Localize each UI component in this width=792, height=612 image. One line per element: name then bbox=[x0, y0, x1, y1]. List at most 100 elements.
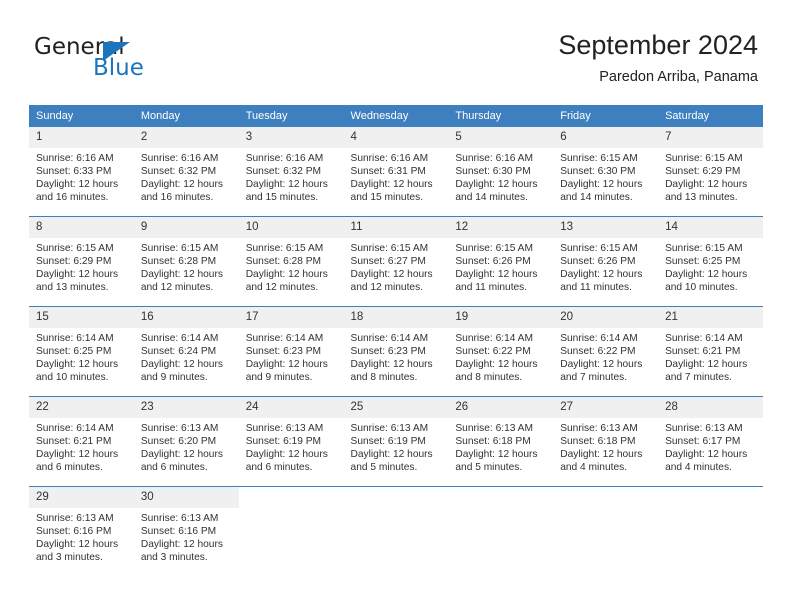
sunset-text: Sunset: 6:16 PM bbox=[36, 526, 112, 538]
daylight-text-line2: and 7 minutes. bbox=[665, 372, 732, 384]
sunset-text: Sunset: 6:20 PM bbox=[140, 436, 217, 448]
calendar-day-cell[interactable]: 18 Sunrise: 6:14 AM Sunset: 6:23 PM Dayl… bbox=[343, 306, 449, 397]
day-details: Sunrise: 6:16 AM Sunset: 6:32 PM Dayligh… bbox=[239, 148, 344, 204]
calendar-day-cell[interactable]: 21 Sunrise: 6:14 AM Sunset: 6:21 PM Dayl… bbox=[658, 306, 763, 397]
day-details: Sunrise: 6:14 AM Sunset: 6:25 PM Dayligh… bbox=[29, 328, 134, 384]
day-details: Sunrise: 6:15 AM Sunset: 6:26 PM Dayligh… bbox=[448, 238, 553, 294]
daylight-text-line1: Daylight: 12 hours bbox=[560, 179, 643, 191]
calendar-day-cell[interactable]: 2 Sunrise: 6:16 AM Sunset: 6:32 PM Dayli… bbox=[133, 127, 239, 217]
calendar-day-cell[interactable]: 10 Sunrise: 6:15 AM Sunset: 6:28 PM Dayl… bbox=[238, 216, 344, 307]
sunrise-text: Sunrise: 6:14 AM bbox=[245, 333, 324, 344]
calendar-day-cell[interactable]: 25 Sunrise: 6:13 AM Sunset: 6:19 PM Dayl… bbox=[343, 396, 449, 487]
calendar-day-cell[interactable]: 4 Sunrise: 6:16 AM Sunset: 6:31 PM Dayli… bbox=[343, 127, 449, 217]
sunset-text: Sunset: 6:18 PM bbox=[560, 436, 636, 448]
daylight-text-line2: and 5 minutes. bbox=[350, 462, 418, 474]
daylight-text-line1: Daylight: 12 hours bbox=[140, 359, 223, 371]
sunrise-text: Sunrise: 6:15 AM bbox=[140, 243, 219, 254]
day-number: 29 bbox=[29, 487, 134, 508]
calendar-day-cell[interactable]: 19 Sunrise: 6:14 AM Sunset: 6:22 PM Dayl… bbox=[448, 306, 554, 397]
sunset-text: Sunset: 6:18 PM bbox=[455, 436, 531, 448]
day-number: 22 bbox=[29, 397, 134, 418]
day-number: 6 bbox=[553, 127, 659, 148]
weekday-header-row: Sunday Monday Tuesday Wednesday Thursday… bbox=[29, 105, 763, 127]
calendar-week-row: 8 Sunrise: 6:15 AM Sunset: 6:29 PM Dayli… bbox=[29, 216, 763, 307]
calendar-day-cell[interactable]: 22 Sunrise: 6:14 AM Sunset: 6:21 PM Dayl… bbox=[29, 396, 134, 487]
sunset-text: Sunset: 6:26 PM bbox=[455, 256, 531, 268]
calendar-day-cell[interactable]: 1 Sunrise: 6:16 AM Sunset: 6:33 PM Dayli… bbox=[29, 127, 134, 217]
day-number bbox=[658, 487, 763, 495]
calendar-day-cell[interactable]: 9 Sunrise: 6:15 AM Sunset: 6:28 PM Dayli… bbox=[133, 216, 239, 307]
daylight-text-line1: Daylight: 12 hours bbox=[665, 359, 748, 371]
sunrise-text: Sunrise: 6:13 AM bbox=[140, 513, 219, 524]
sunset-text: Sunset: 6:22 PM bbox=[560, 346, 636, 358]
sunset-text: Sunset: 6:28 PM bbox=[245, 256, 322, 268]
daylight-text-line2: and 12 minutes. bbox=[245, 282, 319, 294]
calendar-day-cell[interactable]: 23 Sunrise: 6:13 AM Sunset: 6:20 PM Dayl… bbox=[133, 396, 239, 487]
calendar-day-cell[interactable]: 8 Sunrise: 6:15 AM Sunset: 6:29 PM Dayli… bbox=[29, 216, 134, 307]
weekday-header-tuesday: Tuesday bbox=[238, 105, 344, 127]
daylight-text-line1: Daylight: 12 hours bbox=[350, 359, 433, 371]
calendar-day-cell[interactable]: 7 Sunrise: 6:15 AM Sunset: 6:29 PM Dayli… bbox=[658, 127, 763, 217]
sunset-text: Sunset: 6:32 PM bbox=[140, 166, 217, 178]
calendar-day-cell[interactable]: 13 Sunrise: 6:15 AM Sunset: 6:26 PM Dayl… bbox=[553, 216, 659, 307]
day-details: Sunrise: 6:14 AM Sunset: 6:22 PM Dayligh… bbox=[448, 328, 553, 384]
day-number: 18 bbox=[343, 307, 449, 328]
calendar-day-cell[interactable]: 15 Sunrise: 6:14 AM Sunset: 6:25 PM Dayl… bbox=[29, 306, 134, 397]
calendar-day-cell[interactable]: 12 Sunrise: 6:15 AM Sunset: 6:26 PM Dayl… bbox=[448, 216, 554, 307]
day-number: 9 bbox=[133, 217, 239, 238]
daylight-text-line2: and 16 minutes. bbox=[140, 192, 214, 204]
day-number: 26 bbox=[448, 397, 554, 418]
sunset-text: Sunset: 6:29 PM bbox=[36, 256, 112, 268]
calendar-day-cell[interactable]: 24 Sunrise: 6:13 AM Sunset: 6:19 PM Dayl… bbox=[238, 396, 344, 487]
day-details: Sunrise: 6:13 AM Sunset: 6:20 PM Dayligh… bbox=[134, 418, 239, 474]
day-number: 10 bbox=[238, 217, 344, 238]
calendar-day-cell[interactable]: 6 Sunrise: 6:15 AM Sunset: 6:30 PM Dayli… bbox=[553, 127, 659, 217]
daylight-text-line1: Daylight: 12 hours bbox=[245, 179, 328, 191]
calendar-day-cell[interactable]: 5 Sunrise: 6:16 AM Sunset: 6:30 PM Dayli… bbox=[448, 127, 554, 217]
day-number: 5 bbox=[448, 127, 554, 148]
day-number: 19 bbox=[448, 307, 554, 328]
daylight-text-line2: and 16 minutes. bbox=[36, 192, 109, 204]
sunset-text: Sunset: 6:31 PM bbox=[350, 166, 426, 178]
day-number: 23 bbox=[133, 397, 239, 418]
day-details: Sunrise: 6:15 AM Sunset: 6:28 PM Dayligh… bbox=[134, 238, 239, 294]
calendar-day-cell[interactable]: 29 Sunrise: 6:13 AM Sunset: 6:16 PM Dayl… bbox=[29, 486, 134, 576]
daylight-text-line1: Daylight: 12 hours bbox=[36, 179, 119, 191]
day-details: Sunrise: 6:13 AM Sunset: 6:16 PM Dayligh… bbox=[29, 508, 134, 564]
page-subtitle: Paredon Arriba, Panama bbox=[599, 69, 758, 85]
sunset-text: Sunset: 6:23 PM bbox=[350, 346, 426, 358]
day-number: 12 bbox=[448, 217, 554, 238]
day-number bbox=[553, 487, 659, 495]
calendar-day-cell[interactable]: 27 Sunrise: 6:13 AM Sunset: 6:18 PM Dayl… bbox=[553, 396, 659, 487]
sunrise-text: Sunrise: 6:16 AM bbox=[140, 153, 219, 164]
calendar-day-cell[interactable]: 30 Sunrise: 6:13 AM Sunset: 6:16 PM Dayl… bbox=[133, 486, 239, 576]
daylight-text-line1: Daylight: 12 hours bbox=[36, 539, 119, 551]
calendar-day-cell[interactable]: 28 Sunrise: 6:13 AM Sunset: 6:17 PM Dayl… bbox=[658, 396, 763, 487]
daylight-text-line1: Daylight: 12 hours bbox=[36, 269, 119, 281]
daylight-text-line1: Daylight: 12 hours bbox=[455, 179, 538, 191]
sunrise-text: Sunrise: 6:15 AM bbox=[560, 153, 638, 164]
sunset-text: Sunset: 6:22 PM bbox=[455, 346, 531, 358]
calendar-day-cell[interactable]: 26 Sunrise: 6:13 AM Sunset: 6:18 PM Dayl… bbox=[448, 396, 554, 487]
calendar-day-cell[interactable]: 17 Sunrise: 6:14 AM Sunset: 6:23 PM Dayl… bbox=[238, 306, 344, 397]
calendar-week-row: 1 Sunrise: 6:16 AM Sunset: 6:33 PM Dayli… bbox=[29, 127, 763, 217]
calendar-week-row: 22 Sunrise: 6:14 AM Sunset: 6:21 PM Dayl… bbox=[29, 396, 763, 487]
calendar-day-cell[interactable]: 16 Sunrise: 6:14 AM Sunset: 6:24 PM Dayl… bbox=[133, 306, 239, 397]
sunrise-text: Sunrise: 6:13 AM bbox=[665, 423, 743, 434]
calendar-day-cell[interactable]: 11 Sunrise: 6:15 AM Sunset: 6:27 PM Dayl… bbox=[343, 216, 449, 307]
calendar-day-cell[interactable]: 14 Sunrise: 6:15 AM Sunset: 6:25 PM Dayl… bbox=[658, 216, 763, 307]
calendar-day-cell[interactable]: 20 Sunrise: 6:14 AM Sunset: 6:22 PM Dayl… bbox=[553, 306, 659, 397]
sunset-text: Sunset: 6:29 PM bbox=[665, 166, 741, 178]
sunset-text: Sunset: 6:33 PM bbox=[36, 166, 112, 178]
sunrise-text: Sunrise: 6:13 AM bbox=[36, 513, 114, 524]
day-number: 20 bbox=[553, 307, 659, 328]
sunrise-text: Sunrise: 6:15 AM bbox=[350, 243, 429, 254]
day-number: 7 bbox=[658, 127, 763, 148]
day-details: Sunrise: 6:16 AM Sunset: 6:32 PM Dayligh… bbox=[134, 148, 239, 204]
sunset-text: Sunset: 6:17 PM bbox=[665, 436, 741, 448]
general-blue-logo[interactable]: General Blue bbox=[34, 34, 234, 84]
daylight-text-line1: Daylight: 12 hours bbox=[140, 179, 223, 191]
calendar-day-cell[interactable]: 3 Sunrise: 6:16 AM Sunset: 6:32 PM Dayli… bbox=[238, 127, 344, 217]
page-header: General Blue September 2024 Paredon Arri… bbox=[0, 0, 792, 104]
day-number: 25 bbox=[343, 397, 449, 418]
